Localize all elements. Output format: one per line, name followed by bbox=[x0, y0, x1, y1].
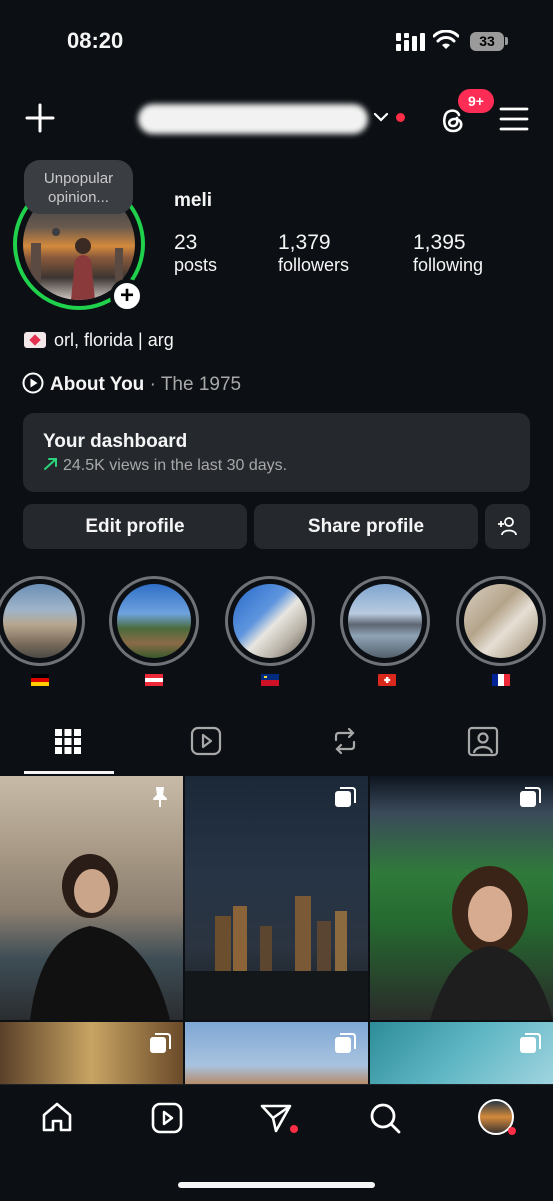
carousel-icon bbox=[520, 787, 541, 807]
carousel-icon bbox=[150, 1033, 171, 1053]
reels-nav-icon[interactable] bbox=[150, 1101, 184, 1135]
chevron-down-icon[interactable] bbox=[372, 110, 390, 124]
music-title: About You bbox=[50, 374, 145, 395]
home-indicator[interactable] bbox=[178, 1182, 375, 1188]
austria-flag-icon bbox=[145, 674, 163, 686]
highlight-germany[interactable] bbox=[0, 576, 85, 666]
highlight-austria[interactable] bbox=[109, 576, 199, 666]
profile-note[interactable]: Unpopular opinion... bbox=[24, 160, 133, 214]
dashboard-title: Your dashboard bbox=[43, 431, 188, 452]
username-redacted[interactable] bbox=[138, 104, 368, 134]
bio: orl, florida | arg bbox=[24, 330, 174, 351]
dashboard-subtitle: 24.5K views in the last 30 days. bbox=[43, 457, 287, 475]
post-photo bbox=[185, 896, 368, 1020]
posts-label: posts bbox=[174, 255, 218, 275]
highlight-cover bbox=[233, 584, 307, 658]
highlight-cover bbox=[3, 584, 77, 658]
active-tab-indicator bbox=[24, 771, 114, 774]
add-story-button[interactable]: + bbox=[110, 279, 144, 313]
dashboard-views: 24.5K views in the last 30 days. bbox=[63, 457, 288, 474]
pin-icon bbox=[153, 787, 167, 807]
display-name: meli bbox=[174, 190, 213, 211]
carousel-icon bbox=[335, 787, 356, 807]
note-tail-dot bbox=[52, 228, 60, 236]
add-person-icon bbox=[497, 517, 517, 536]
create-plus-icon[interactable] bbox=[22, 100, 58, 136]
post-photo bbox=[430, 866, 553, 1020]
highlight-switzerland[interactable] bbox=[340, 576, 430, 666]
reels-icon[interactable] bbox=[190, 725, 222, 757]
status-time: 08:20 bbox=[67, 28, 124, 53]
notification-badge: 9+ bbox=[458, 89, 494, 113]
following-label: following bbox=[413, 255, 484, 275]
followers-label: followers bbox=[278, 255, 350, 275]
tagged-icon[interactable] bbox=[467, 725, 499, 757]
battery-indicator: 33 bbox=[470, 32, 504, 51]
play-circle-icon bbox=[22, 372, 44, 394]
liechtenstein-flag-icon bbox=[261, 674, 279, 686]
home-icon[interactable] bbox=[40, 1100, 74, 1134]
switzerland-flag-icon bbox=[378, 674, 396, 686]
carousel-icon bbox=[520, 1033, 541, 1053]
post-tile[interactable] bbox=[370, 776, 553, 1020]
highlight-liechtenstein[interactable] bbox=[225, 576, 315, 666]
wifi-icon bbox=[433, 30, 459, 49]
music-artist: The 1975 bbox=[160, 374, 242, 395]
post-tile[interactable] bbox=[0, 1022, 183, 1084]
post-tile[interactable] bbox=[370, 1022, 553, 1084]
signal-icon bbox=[396, 33, 425, 51]
stat-posts[interactable]: 23 posts bbox=[174, 231, 217, 276]
highlight-cover bbox=[464, 584, 538, 658]
germany-flag-icon bbox=[31, 674, 49, 686]
heart-letter-icon bbox=[24, 332, 46, 348]
carousel-icon bbox=[335, 1033, 356, 1053]
account-alert-dot bbox=[396, 113, 405, 122]
battery-nub bbox=[505, 37, 508, 45]
france-flag-icon bbox=[492, 674, 510, 686]
highlight-cover bbox=[117, 584, 191, 658]
following-count: 1,395 bbox=[413, 231, 466, 254]
post-tile[interactable] bbox=[185, 776, 368, 1020]
post-photo bbox=[30, 854, 170, 1020]
stat-following[interactable]: 1,395 following bbox=[413, 231, 483, 276]
followers-count: 1,379 bbox=[278, 231, 331, 254]
search-icon[interactable] bbox=[368, 1101, 402, 1135]
highlight-france[interactable] bbox=[456, 576, 546, 666]
music-separator: · bbox=[149, 374, 156, 395]
messages-icon[interactable] bbox=[259, 1101, 293, 1135]
profile-music[interactable]: About You · The 1975 bbox=[22, 372, 241, 396]
profile-dot bbox=[508, 1127, 516, 1135]
menu-icon[interactable] bbox=[498, 104, 530, 134]
dashboard-card[interactable]: Your dashboard 24.5K views in the last 3… bbox=[23, 413, 530, 492]
grid-icon[interactable] bbox=[54, 725, 82, 757]
reposts-icon[interactable] bbox=[329, 725, 361, 757]
discover-people-button[interactable] bbox=[485, 504, 530, 549]
trend-up-icon bbox=[44, 458, 57, 470]
stat-followers[interactable]: 1,379 followers bbox=[278, 231, 349, 276]
posts-count: 23 bbox=[174, 231, 198, 254]
share-profile-button[interactable]: Share profile bbox=[254, 504, 478, 549]
messages-dot bbox=[290, 1125, 298, 1133]
highlight-cover bbox=[348, 584, 422, 658]
bio-text: orl, florida | arg bbox=[54, 330, 174, 350]
post-tile[interactable] bbox=[185, 1022, 368, 1084]
post-tile[interactable] bbox=[0, 776, 183, 1020]
edit-profile-button[interactable]: Edit profile bbox=[23, 504, 247, 549]
